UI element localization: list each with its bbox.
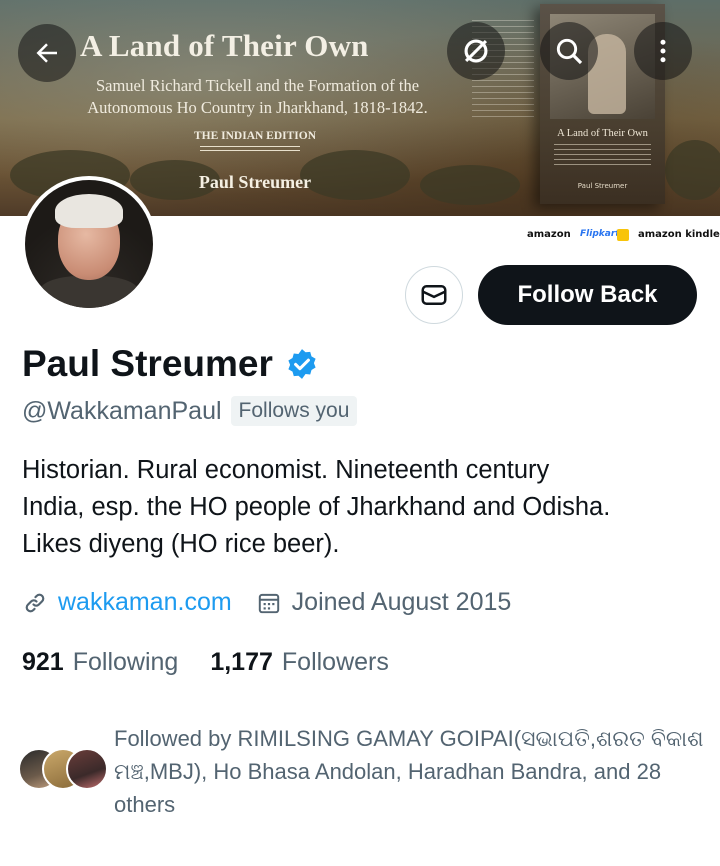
link-icon [25,593,45,612]
banner-tree [665,140,720,200]
bio-line: Likes diyeng (HO rice beer). [22,530,340,558]
banner-book-title: A Land of Their Own [80,28,369,63]
followers-link[interactable]: 1,177 Followers [210,648,389,677]
banner-subtitle-line: Autonomous Ho Country in Jharkhand, 1818… [87,98,428,117]
followers-label: Followers [281,648,389,676]
envelope-icon [421,285,447,305]
arrow-left-icon [36,43,57,63]
follow-back-button[interactable]: Follow Back [478,265,697,325]
profile-name-row: Paul Streumer [22,343,319,385]
banner-tree [420,165,520,205]
profile-joined-date: Joined August 2015 [291,588,512,616]
banner-divider [200,146,300,151]
verified-badge-icon[interactable] [285,347,319,381]
book-cover-author: Paul Streumer [577,182,628,190]
message-button[interactable] [405,266,463,324]
avatar-photo [25,180,153,308]
calendar-icon [258,593,279,613]
profile-name: Paul Streumer [22,343,273,384]
profile-website-link[interactable]: wakkaman.com [58,588,232,617]
followed-by-text: Followed by RIMILSING GAMAY GOIPAI(ସଭାପତ… [114,726,704,817]
slash-circle-icon [464,39,488,63]
store-flipkart: Flipkart [580,229,620,239]
profile-handle-row: @WakkamanPaul Follows you [22,396,358,426]
avatar-shirt [39,276,139,308]
followers-count: 1,177 [210,648,273,676]
follower-avatar [66,748,108,790]
flipkart-bag-icon [617,229,629,241]
store-amazon: amazon [527,229,571,240]
more-vertical-icon [660,39,666,63]
following-link[interactable]: 921 Following [22,648,178,677]
store-amazon-kindle: amazon kindle [638,229,720,240]
following-count: 921 [22,648,64,676]
more-button[interactable] [634,22,692,80]
back-button[interactable] [18,24,76,82]
banner-subtitle: Samuel Richard Tickell and the Formation… [55,75,460,119]
search-icon [556,38,583,65]
profile-meta: wakkaman.com Joined August 2015 [22,588,511,617]
profile-bio: Historian. Rural economist. Nineteenth c… [22,452,702,563]
bio-line: India, esp. the HO people of Jharkhand a… [22,493,611,521]
follows-you-badge: Follows you [230,396,358,426]
bio-line: Historian. Rural economist. Nineteenth c… [22,456,550,484]
book-cover-title: A Land of Their Own [557,128,648,139]
avatar-hair [55,194,123,228]
profile-handle: @WakkamanPaul [22,396,222,425]
book-cover-subtitle [554,144,651,166]
banner-edition: THE INDIAN EDITION [193,130,317,142]
banner-author: Paul Streumer [198,172,312,192]
following-label: Following [72,648,179,676]
search-button[interactable] [540,22,598,80]
hide-button[interactable] [447,22,505,80]
banner-subtitle-line: Samuel Richard Tickell and the Formation… [95,76,420,95]
profile-avatar[interactable] [21,176,157,312]
profile-stats: 921 Following 1,177 Followers [22,648,389,677]
